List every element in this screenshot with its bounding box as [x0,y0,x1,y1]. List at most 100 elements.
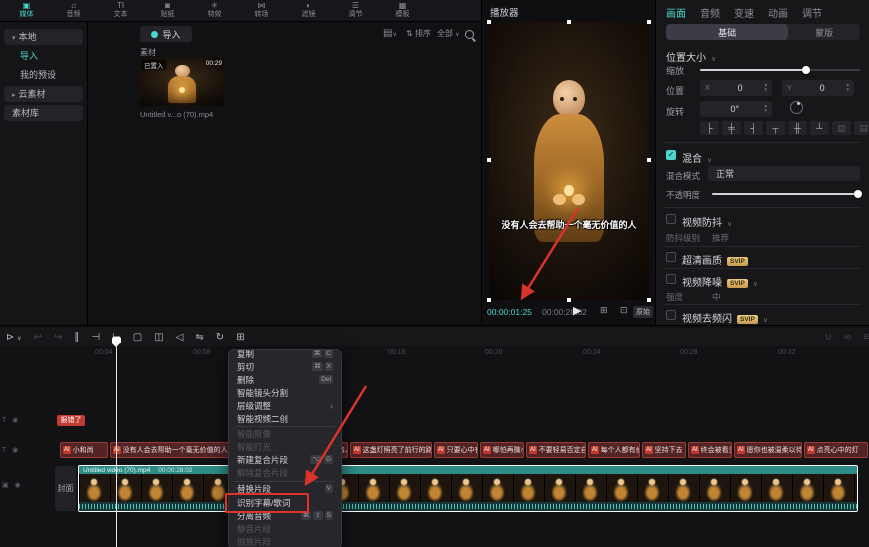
subtitle-clip-11[interactable]: AI愿你也被温柔以待 [734,442,802,458]
rotate-icon[interactable]: ↻ [216,332,224,343]
tab-画面[interactable]: 画面 [666,5,686,20]
opacity-slider[interactable] [712,193,860,195]
hd-checkbox[interactable] [666,252,676,262]
delete-left-icon[interactable]: ⊣ [91,332,100,343]
video-track-controls[interactable]: ▣ ◉ [2,481,23,489]
menu-item-智能视频二创[interactable]: 智能视频二创 [229,412,341,425]
toolbar-tab-音频[interactable]: ♫音频 [51,1,96,21]
subtitle-clip-10[interactable]: AI终会被看见 [688,442,732,458]
delete-icon[interactable]: ▢ [133,332,142,343]
scale-slider[interactable] [700,69,860,71]
subtitle-clip-1[interactable]: AI没有人会去帮助一个毫无价值的人 [110,442,236,458]
scale-slider-knob[interactable] [802,66,810,74]
tab-音频[interactable]: 音频 [700,5,720,20]
select-handle[interactable] [487,298,491,302]
text-clip[interactable]: 报错了 [57,415,85,426]
subtitle-clip-0[interactable]: AI小和尚 [60,442,108,458]
blend-section[interactable]: 混合∨ [682,149,712,167]
subtitle-clip-7[interactable]: AI不要轻易否定自己 [526,442,586,458]
stabilize-section[interactable]: 视频防抖∨ [682,213,732,231]
menu-item-复制[interactable]: 复制⌘C [229,349,341,360]
align-button-2[interactable]: ┤ [744,121,763,135]
layout-view-icon[interactable]: ▤∨ [383,28,397,39]
tab-调节[interactable]: 调节 [802,5,822,20]
preview-axis-toggle-icon[interactable]: ≡ [863,332,869,343]
fullscreen-icon[interactable]: ⊡ [620,305,628,316]
align-button-5[interactable]: ┴ [810,121,829,135]
subtitle-clip-4[interactable]: AI这盏灯照亮了前行的路 [350,442,432,458]
ratio-selector[interactable]: 原始 [633,306,653,318]
tab-动画[interactable]: 动画 [768,5,788,20]
select-handle[interactable] [647,298,651,302]
search-icon[interactable] [465,30,474,39]
subtitle-clip-9[interactable]: AI坚持下去 [642,442,686,458]
toolbar-tab-媒体[interactable]: ▣媒体 [4,1,49,21]
crop-icon[interactable]: ⊞ [236,332,244,343]
subtitle-clip-12[interactable]: AI点亮心中的灯 [804,442,868,458]
sidebar-item-我的预设[interactable]: 我的预设 [4,67,83,83]
denoise-checkbox[interactable] [666,274,676,284]
mirror-icon[interactable]: ⇋ [195,332,203,343]
toolbar-tab-模板[interactable]: ▦模板 [380,1,425,21]
link-toggle-icon[interactable]: ∞ [844,332,851,343]
sidebar-item-素材库[interactable]: 素材库 [4,105,83,121]
redo-icon[interactable]: ↪ [54,332,62,343]
sort-button[interactable]: ⇅ 排序 [406,28,431,39]
blend-checkbox[interactable]: ✓ [666,150,676,160]
subtitle-clip-8[interactable]: AI每个人都有价值 [588,442,640,458]
subtab-蒙版[interactable]: 蒙版 [788,24,860,40]
text-track-controls[interactable]: T ◉ [2,416,20,424]
position-x-stepper[interactable]: X0▴▾ [700,80,772,96]
media-thumbnail[interactable]: 已置入 00:29 [140,58,224,106]
menu-item-删除[interactable]: 删除Del [229,373,341,386]
menu-item-智能镜头分割[interactable]: 智能镜头分割 [229,386,341,399]
sidebar-item-导入[interactable]: 导入 [4,48,83,64]
opacity-slider-knob[interactable] [854,190,862,198]
rotate-dial[interactable] [790,101,803,114]
select-handle[interactable] [487,20,491,24]
menu-item-层级调整[interactable]: 层级调整› [229,399,341,412]
position-y-stepper[interactable]: Y0▴▾ [782,80,854,96]
playhead-line[interactable] [116,342,117,547]
subtab-基础[interactable]: 基础 [666,24,788,40]
select-tool-icon[interactable]: ⊳ ∨ [6,332,22,343]
toolbar-tab-贴纸[interactable]: ◙贴纸 [145,1,190,21]
video-clip[interactable]: Untitled video (70).mp4 00:00:28:02 [78,465,858,512]
filter-button[interactable]: 全部 ∨ [437,28,460,39]
select-handle[interactable] [567,298,571,302]
align-button-0[interactable]: ├ [700,121,719,135]
menu-item-新建复合片段[interactable]: 新建复合片段⌥G [229,453,341,466]
select-handle[interactable] [567,20,571,24]
split-preview-icon[interactable]: ⊞ [600,305,608,316]
magnet-toggle-icon[interactable]: ∪ [825,332,832,343]
toolbar-tab-转场[interactable]: ⋈转场 [239,1,284,21]
menu-item-剪切[interactable]: 剪切⌘X [229,360,341,373]
select-handle[interactable] [487,158,491,162]
play-button[interactable]: ▶ [573,304,581,317]
align-button-7[interactable]: ▤ [854,121,869,135]
align-button-3[interactable]: ┬ [766,121,785,135]
undo-icon[interactable]: ↩ [34,332,42,343]
split-icon[interactable]: ∥ [74,332,79,343]
freeze-frame-icon[interactable]: ◫ [154,332,163,343]
sidebar-item-本地[interactable]: ▾本地 [4,29,83,45]
align-button-4[interactable]: ╫ [788,121,807,135]
select-handle[interactable] [647,20,651,24]
stabilize-checkbox[interactable] [666,214,676,224]
toolbar-tab-调节[interactable]: ☰调节 [333,1,378,21]
toolbar-tab-特效[interactable]: ✳特效 [192,1,237,21]
align-button-1[interactable]: ╪ [722,121,741,135]
toolbar-tab-文本[interactable]: TI文本 [98,1,143,21]
preview-video[interactable]: 没有人会去帮助一个毫无价值的人 [489,22,649,300]
reverse-icon[interactable]: ◁ [176,332,184,343]
align-button-6[interactable]: ▥ [832,121,851,135]
import-button[interactable]: 导入 [140,26,192,42]
deflicker-checkbox[interactable] [666,310,676,320]
select-handle[interactable] [647,158,651,162]
blend-mode-dropdown[interactable]: 正常 [708,166,860,181]
rotate-stepper[interactable]: 0°▴▾ [700,101,772,117]
cover-button[interactable]: 封面 [55,466,76,511]
subtitle-track-controls[interactable]: T ◉ [2,446,20,454]
subtitle-clip-5[interactable]: AI只要心中有光 [434,442,478,458]
denoise-section[interactable]: 视频降噪SVIP∨ [682,273,758,291]
